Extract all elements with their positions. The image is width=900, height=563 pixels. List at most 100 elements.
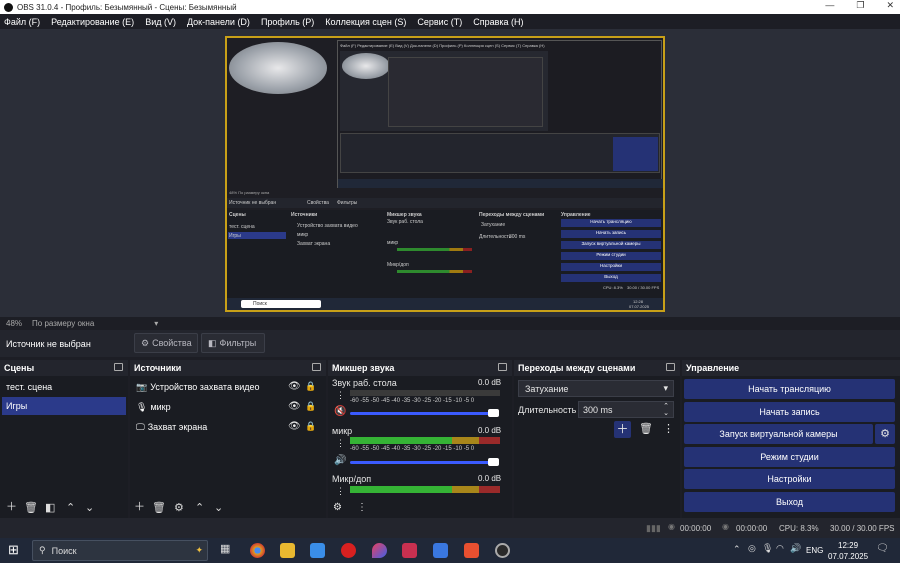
file-explorer-icon[interactable] — [280, 543, 295, 558]
meter-scale: -60 -55 -50 -45 -40 -35 -30 -25 -20 -15 … — [350, 446, 475, 452]
transition-select[interactable]: Затухание ▾ — [518, 380, 674, 397]
chrome-icon[interactable] — [250, 543, 265, 558]
lock-icon[interactable]: 🔒 — [305, 421, 316, 432]
eye-icon[interactable]: 👁 — [288, 421, 301, 432]
undock-icon[interactable] — [498, 363, 507, 371]
undock-icon[interactable] — [114, 363, 123, 371]
filters-button[interactable]: ◧ Фильтры — [201, 333, 265, 353]
volume-slider[interactable] — [350, 461, 496, 464]
move-down-icon[interactable]: ⌄ — [85, 501, 94, 514]
nested-channel-1: микр — [387, 240, 399, 246]
lock-icon[interactable]: 🔒 — [305, 401, 316, 412]
preview-canvas[interactable]: Файл (F) Редактирование (E) Вид (V) Док-… — [225, 36, 665, 312]
menu-edit[interactable]: Редактирование (E) — [51, 17, 134, 27]
duration-spinbox[interactable]: 300 ms ⌃ ⌄ — [578, 401, 674, 418]
clock-time[interactable]: 12:29 — [838, 541, 858, 550]
minimize-button[interactable]: — — [825, 0, 834, 11]
task-view-icon[interactable]: ▦ — [220, 542, 230, 555]
tray-wifi-icon[interactable]: ◠ — [776, 543, 784, 554]
maximize-button[interactable]: ❐ — [856, 0, 864, 11]
studio-mode-button[interactable]: Режим студии — [684, 447, 895, 467]
channel-menu-icon[interactable]: ⋮ — [336, 486, 345, 497]
opera-icon[interactable] — [341, 543, 356, 558]
windows-start-icon[interactable]: ⊞ — [8, 542, 19, 558]
volume-slider[interactable] — [350, 412, 496, 415]
menu-file[interactable]: Файл (F) — [4, 17, 40, 27]
start-recording-button[interactable]: Начать запись — [684, 402, 895, 422]
scenes-list: тест. сцена Игры ＋ 🗑 ◧ ⌃ ⌄ — [0, 376, 128, 518]
store-icon[interactable] — [310, 543, 325, 558]
scene-filters-icon[interactable]: ◧ — [45, 501, 55, 514]
source-label: Захват экрана — [147, 422, 208, 432]
nested-source-1: микр — [297, 232, 309, 238]
eye-icon[interactable]: 👁 — [288, 381, 301, 392]
notifications-icon[interactable]: 🗨 — [876, 543, 889, 554]
clock-date[interactable]: 07.07.2025 — [828, 552, 868, 561]
eye-icon[interactable]: 👁 — [288, 401, 301, 412]
menu-tools[interactable]: Сервис (T) — [417, 17, 462, 27]
zoom-level[interactable]: 48% — [6, 319, 22, 328]
volume-slider-knob[interactable] — [488, 409, 499, 417]
speaker-muted-icon[interactable]: 🔇 — [334, 406, 346, 417]
close-button[interactable]: ✕ — [886, 0, 894, 11]
taskbar-search-box[interactable]: ⚲ Поиск ✦ — [32, 540, 208, 561]
menu-docks[interactable]: Док-панели (D) — [187, 17, 250, 27]
obs-taskbar-icon[interactable] — [495, 543, 510, 558]
transition-menu-icon[interactable]: ⋮ — [663, 422, 674, 435]
nested-scene-1: Игры — [229, 233, 241, 239]
volume-slider-knob[interactable] — [488, 458, 499, 466]
nested-menu-scene-collection: Коллекция сцен (S) — [464, 43, 501, 48]
mixer-settings-icon[interactable]: ⚙ — [333, 502, 342, 513]
window-title: OBS 31.0.4 - Профиль: Безымянный - Сцены… — [17, 2, 237, 12]
add-transition-button[interactable]: ＋ — [614, 421, 631, 438]
menu-profile[interactable]: Профиль (P) — [261, 17, 314, 27]
undock-icon[interactable] — [666, 363, 675, 371]
settings-button[interactable]: Настройки — [684, 469, 895, 489]
tool-app-icon[interactable] — [402, 543, 417, 558]
nested-docks: Сцены тест. сцена Игры Источники Устройс… — [227, 210, 663, 298]
brave-icon[interactable] — [464, 543, 479, 558]
channel-menu-icon[interactable]: ⋮ — [336, 438, 345, 449]
speaker-icon[interactable]: 🔊 — [334, 455, 346, 466]
nested-properties: Свойства — [307, 200, 329, 206]
virtual-camera-settings-icon[interactable]: ⚙ — [875, 424, 895, 444]
tray-volume-icon[interactable]: 🔊 — [790, 543, 801, 554]
move-up-icon[interactable]: ⌃ — [66, 501, 75, 514]
channel-menu-icon[interactable]: ⋮ — [336, 390, 345, 401]
remove-transition-icon[interactable]: 🗑 — [639, 422, 653, 435]
nested-ctrl-3: Режим студии — [561, 252, 661, 260]
spin-arrows-icon[interactable]: ⌃ ⌄ — [663, 403, 669, 417]
remove-source-icon[interactable]: 🗑 — [152, 501, 166, 514]
nested-menu-docks: Док-панели (D) — [410, 43, 439, 48]
exit-button[interactable]: Выход — [684, 492, 895, 512]
menu-scene-collection[interactable]: Коллекция сцен (S) — [325, 17, 406, 27]
maps-pin-icon[interactable] — [372, 543, 387, 558]
scene-item-selected[interactable]: Игры — [2, 397, 126, 415]
move-down-icon[interactable]: ⌄ — [214, 501, 223, 514]
remove-scene-icon[interactable]: 🗑 — [24, 501, 38, 514]
tray-microphone-icon[interactable]: 🎙 — [762, 543, 773, 554]
menu-view[interactable]: Вид (V) — [145, 17, 176, 27]
gear-icon: ⚙ — [141, 337, 150, 348]
mixer-menu-icon[interactable]: ⋮ — [357, 502, 367, 513]
scene-item[interactable]: тест. сцена — [2, 378, 126, 396]
nested-camera-blob — [342, 53, 390, 79]
language-indicator[interactable]: ENG — [806, 546, 823, 555]
zoom-mode[interactable]: По размеру окна — [32, 319, 94, 328]
tray-chevron-icon[interactable]: ⌃ — [733, 544, 741, 555]
roblox-icon[interactable] — [433, 543, 448, 558]
add-source-button[interactable]: ＋ — [134, 498, 145, 514]
move-up-icon[interactable]: ⌃ — [195, 501, 204, 514]
start-streaming-button[interactable]: Начать трансляцию — [684, 379, 895, 399]
record-indicator-icon: ◉ — [722, 522, 729, 531]
menu-help[interactable]: Справка (H) — [473, 17, 523, 27]
properties-button[interactable]: ⚙ Свойства — [134, 333, 198, 353]
undock-icon[interactable] — [312, 363, 321, 371]
add-scene-button[interactable]: ＋ — [6, 498, 17, 514]
source-settings-icon[interactable]: ⚙ — [174, 501, 184, 514]
start-virtual-camera-button[interactable]: Запуск виртуальной камеры — [684, 424, 873, 444]
channel-name: Звук раб. стола — [332, 378, 397, 388]
zoom-dropdown-icon[interactable]: ▾ — [154, 319, 158, 328]
lock-icon[interactable]: 🔒 — [305, 381, 316, 392]
search-highlight-icon: ✦ — [195, 545, 203, 555]
